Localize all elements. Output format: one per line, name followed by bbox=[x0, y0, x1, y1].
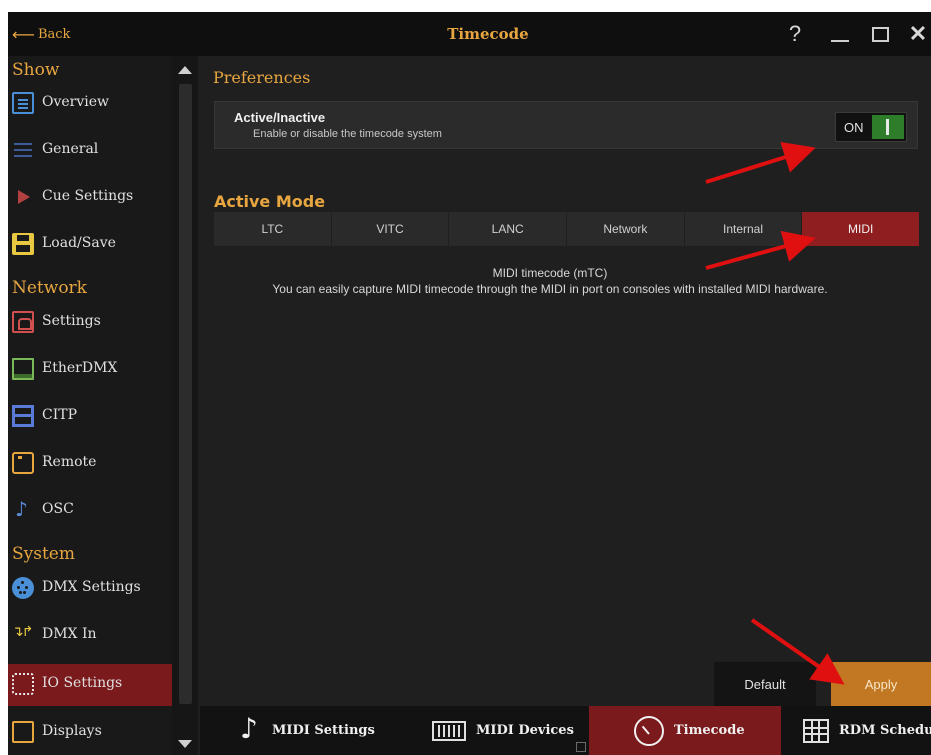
help-button[interactable]: ? bbox=[780, 18, 810, 50]
stopwatch-icon bbox=[634, 715, 664, 746]
play-triangle-icon bbox=[12, 186, 34, 208]
tab-midi-settings[interactable]: MIDI Settings bbox=[240, 706, 375, 755]
schedule-grid-icon bbox=[803, 718, 829, 743]
etherdmx-icon bbox=[12, 358, 34, 380]
sidebar-item-label: DMX In bbox=[42, 626, 97, 642]
sidebar-item-label: IO Settings bbox=[42, 675, 123, 691]
scroll-up-icon[interactable] bbox=[178, 66, 192, 74]
sidebar-item-label: EtherDMX bbox=[42, 360, 118, 376]
scroll-down-icon[interactable] bbox=[178, 740, 192, 748]
dmx-in-icon bbox=[12, 624, 34, 646]
active-inactive-subtitle: Enable or disable the timecode system bbox=[253, 128, 442, 140]
back-arrow-icon: ⟵ bbox=[12, 24, 35, 44]
sidebar-item-cue-settings[interactable]: Cue Settings bbox=[8, 177, 172, 217]
minimize-icon bbox=[831, 40, 849, 42]
active-toggle[interactable]: ON bbox=[835, 112, 907, 142]
main-panel: Preferences Active/Inactive Enable or di… bbox=[200, 56, 931, 706]
io-settings-icon bbox=[12, 673, 34, 695]
display-icon bbox=[12, 721, 34, 743]
resize-handle-icon[interactable] bbox=[576, 742, 586, 752]
sidebar-item-overview[interactable]: Overview bbox=[8, 83, 172, 123]
sidebar-item-settings[interactable]: Settings bbox=[8, 302, 172, 342]
keyboard-icon bbox=[432, 720, 466, 741]
maximize-button[interactable] bbox=[865, 18, 895, 50]
sidebar: Show Overview General Cue Settings Load/… bbox=[8, 56, 172, 755]
mode-description-title: MIDI timecode (mTC) bbox=[492, 266, 608, 280]
title-bar: ⟵ Back Timecode ? ✕ bbox=[8, 12, 931, 56]
sidebar-item-io-settings[interactable]: IO Settings bbox=[8, 664, 172, 706]
scrollbar-thumb[interactable] bbox=[179, 84, 192, 704]
save-icon bbox=[12, 233, 34, 255]
mode-tab-internal[interactable]: Internal bbox=[684, 212, 803, 246]
sidebar-item-label: OSC bbox=[42, 501, 74, 517]
active-inactive-title: Active/Inactive bbox=[234, 110, 326, 125]
sidebar-item-etherdmx[interactable]: EtherDMX bbox=[8, 349, 172, 389]
sidebar-item-displays[interactable]: Displays bbox=[8, 712, 172, 752]
sidebar-item-label: Settings bbox=[42, 313, 101, 329]
tab-label: MIDI Devices bbox=[476, 723, 574, 738]
sidebar-item-remote[interactable]: Remote bbox=[8, 443, 172, 483]
mode-tab-network[interactable]: Network bbox=[567, 212, 685, 246]
bottom-tab-bar: MIDI Settings MIDI Devices Timecode RDM … bbox=[200, 706, 931, 755]
back-label: Back bbox=[37, 26, 71, 42]
tab-label: RDM Schedulin bbox=[839, 723, 931, 738]
sidebar-item-dmx-settings[interactable]: DMX Settings bbox=[8, 568, 172, 608]
osc-note-icon bbox=[12, 497, 34, 521]
tab-label: MIDI Settings bbox=[272, 723, 375, 738]
toggle-state-label: ON bbox=[844, 120, 864, 135]
sidebar-item-label: DMX Settings bbox=[42, 579, 141, 595]
default-button[interactable]: Default bbox=[714, 662, 816, 706]
section-system: System bbox=[12, 544, 75, 564]
back-button[interactable]: ⟵ Back bbox=[12, 24, 70, 44]
apply-button[interactable]: Apply bbox=[831, 662, 931, 706]
sidebar-item-osc[interactable]: OSC bbox=[8, 490, 172, 530]
section-show: Show bbox=[12, 60, 60, 80]
window-title: Timecode bbox=[447, 25, 529, 43]
mode-tab-midi[interactable]: MIDI bbox=[802, 212, 920, 246]
active-mode-title: Active Mode bbox=[214, 192, 326, 211]
tab-timecode[interactable]: Timecode bbox=[589, 706, 781, 755]
app-window: ⟵ Back Timecode ? ✕ Show Overview Genera… bbox=[8, 12, 931, 755]
citp-icon bbox=[12, 405, 34, 427]
network-icon bbox=[12, 311, 34, 333]
sidebar-item-label: General bbox=[42, 141, 99, 157]
document-icon bbox=[12, 92, 34, 114]
mode-selector: LTC VITC LANC Network Internal MIDI bbox=[214, 212, 920, 246]
preferences-title: Preferences bbox=[213, 68, 311, 87]
mode-tab-lanc[interactable]: LANC bbox=[449, 212, 568, 246]
minimize-button[interactable] bbox=[825, 18, 855, 50]
sidebar-item-label: Remote bbox=[42, 454, 97, 470]
sidebar-item-load-save[interactable]: Load/Save bbox=[8, 224, 172, 264]
tab-label: Timecode bbox=[674, 723, 745, 738]
mode-description-text: You can easily capture MIDI timecode thr… bbox=[272, 282, 828, 296]
sidebar-scrollbar[interactable] bbox=[172, 56, 198, 755]
sidebar-item-label: Displays bbox=[42, 723, 102, 739]
toggle-knob-icon bbox=[872, 115, 904, 139]
section-network: Network bbox=[12, 278, 87, 298]
maximize-icon bbox=[871, 26, 889, 42]
mode-tab-vitc[interactable]: VITC bbox=[331, 212, 450, 246]
list-icon bbox=[12, 139, 34, 161]
active-inactive-row: Active/Inactive Enable or disable the ti… bbox=[214, 101, 918, 149]
sidebar-item-label: Load/Save bbox=[42, 235, 116, 251]
sidebar-item-citp[interactable]: CITP bbox=[8, 396, 172, 436]
close-button[interactable]: ✕ bbox=[903, 18, 931, 50]
tab-midi-devices[interactable]: MIDI Devices bbox=[432, 706, 574, 755]
sidebar-item-dmx-in[interactable]: DMX In bbox=[8, 615, 172, 655]
tab-rdm-scheduling[interactable]: RDM Schedulin bbox=[803, 706, 931, 755]
remote-icon bbox=[12, 452, 34, 474]
music-note-icon bbox=[240, 712, 262, 746]
mode-tab-ltc[interactable]: LTC bbox=[214, 212, 332, 246]
sidebar-item-label: Overview bbox=[42, 94, 110, 110]
dmx-connector-icon bbox=[12, 577, 34, 599]
sidebar-item-label: Cue Settings bbox=[42, 188, 134, 204]
sidebar-item-label: CITP bbox=[42, 407, 77, 423]
sidebar-item-general[interactable]: General bbox=[8, 130, 172, 170]
